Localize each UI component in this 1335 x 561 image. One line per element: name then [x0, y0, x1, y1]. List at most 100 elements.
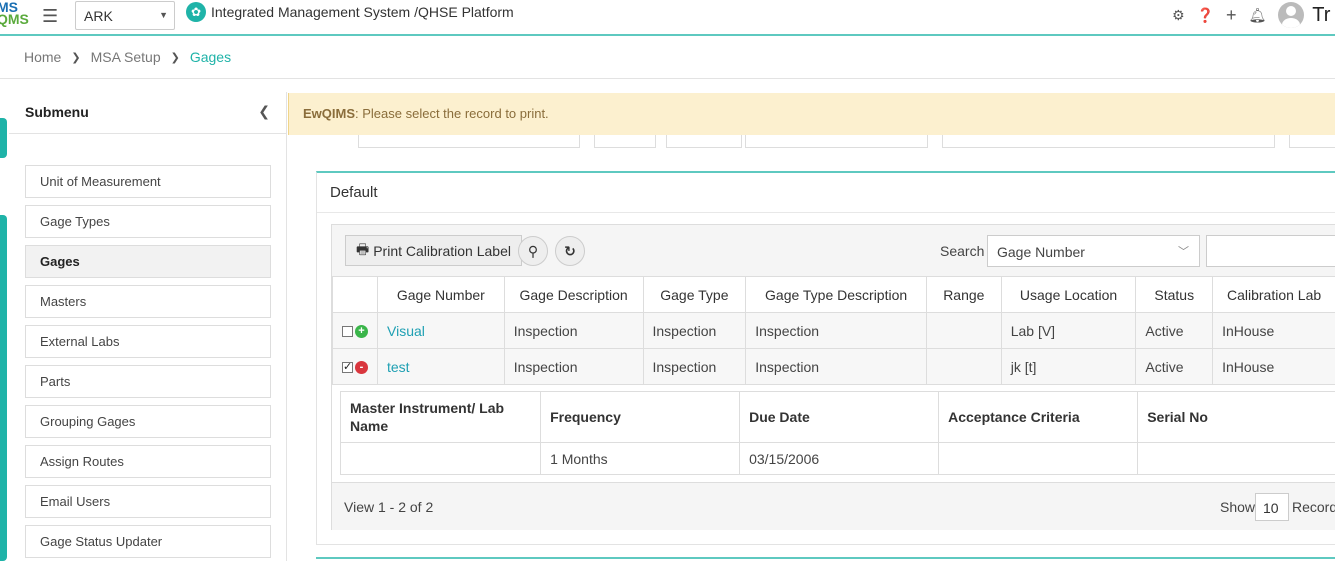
gear-icon[interactable]: ⚙: [1172, 7, 1185, 24]
row-checkbox[interactable]: [342, 360, 353, 374]
subgrid-container: Master Instrument/ Lab Name Frequency Du…: [332, 385, 1335, 483]
table-cell: 1 Months: [540, 442, 741, 475]
sidebar-header: Submenu ❮: [9, 92, 286, 134]
chevron-right-icon: ❯: [71, 51, 81, 64]
gage-number-link[interactable]: test: [387, 359, 410, 375]
subgrid-row: 1 Months 03/15/2006: [339, 442, 1335, 475]
expand-plus-icon[interactable]: +: [355, 325, 368, 339]
table-cell: [938, 442, 1139, 475]
table-cell: Inspection: [503, 312, 644, 349]
sidebar: Submenu ❮ Unit of Measurement Gage Types…: [9, 92, 287, 561]
sidebar-item-gage-types[interactable]: Gage Types: [25, 205, 271, 238]
side-tab-strip[interactable]: [0, 118, 7, 158]
table-cell: Inspection: [503, 348, 644, 385]
table-cell: Active: [1135, 312, 1214, 349]
printer-icon: 🖶︎: [356, 240, 370, 257]
breadcrumb: Home ❯ MSA Setup ❯ Gages: [0, 36, 1335, 79]
sidebar-item-external-labs[interactable]: External Labs: [25, 325, 271, 358]
filter-button[interactable]: [594, 135, 656, 148]
table-cell: Inspection: [642, 312, 747, 349]
table-cell: jk [t]: [1000, 348, 1137, 385]
table-cell: Lab [V]: [1000, 312, 1137, 349]
column-header[interactable]: Gage Description: [503, 276, 644, 313]
chevron-down-icon: ﹀: [1178, 246, 1189, 258]
subgrid-column-header: Serial No: [1137, 391, 1335, 443]
table-row[interactable]: - test Inspection Inspection Inspection …: [332, 348, 1335, 385]
user-name[interactable]: Tr: [1312, 4, 1330, 27]
search-input[interactable]: [1206, 235, 1335, 267]
page-size-select[interactable]: 10: [1255, 493, 1289, 521]
row-controls: +: [332, 312, 378, 349]
sidebar-item-gages[interactable]: Gages: [25, 245, 271, 278]
sidebar-item-unit-of-measurement[interactable]: Unit of Measurement: [25, 165, 271, 198]
default-panel: Default 🖶︎ Print Calibration Label ⚲ ↻ S…: [316, 171, 1335, 545]
records-label: Records: [1292, 499, 1335, 515]
select-column-header: [332, 276, 378, 313]
gage-number-link[interactable]: Visual: [387, 323, 425, 339]
org-select[interactable]: ARK ▼: [75, 1, 175, 30]
settings-badge-icon: ✿: [186, 2, 206, 22]
row-checkbox[interactable]: [342, 326, 353, 338]
column-header[interactable]: Usage Location: [1000, 276, 1137, 313]
bell-icon[interactable]: 🔔︎: [1249, 7, 1267, 24]
sidebar-item-assign-routes[interactable]: Assign Routes: [25, 445, 271, 478]
collapse-minus-icon[interactable]: -: [355, 361, 368, 375]
sidebar-item-grouping-gages[interactable]: Grouping Gages: [25, 405, 271, 438]
column-header[interactable]: Range: [925, 276, 1002, 313]
table-row[interactable]: + Visual Inspection Inspection Inspectio…: [332, 312, 1335, 349]
breadcrumb-home[interactable]: Home: [24, 49, 61, 65]
gages-grid: 🖶︎ Print Calibration Label ⚲ ↻ Search Ga…: [331, 224, 1335, 530]
plus-icon[interactable]: +: [1226, 5, 1237, 26]
column-header[interactable]: Status: [1135, 276, 1214, 313]
panel-title: Default: [317, 173, 1335, 213]
org-select-value: ARK: [84, 8, 113, 24]
top-icons: ⚙ ❓ + 🔔︎ Tr: [1172, 2, 1330, 28]
table-cell: [925, 348, 1002, 385]
app-logo[interactable]: MS QMS: [0, 0, 30, 36]
column-header[interactable]: Gage Type Description: [745, 276, 927, 313]
sidebar-item-email-users[interactable]: Email Users: [25, 485, 271, 518]
filter-button[interactable]: [666, 135, 742, 148]
show-label: Show: [1220, 499, 1256, 515]
subgrid-column-header: Frequency: [540, 391, 741, 443]
filter-button[interactable]: [1289, 135, 1335, 148]
breadcrumb-msa-setup[interactable]: MSA Setup: [91, 49, 161, 65]
gages-table: Gage Number Gage Description Gage Type G…: [332, 276, 1335, 385]
top-bar: MS QMS ☰ ARK ▼ ✿ Integrated Management S…: [0, 0, 1335, 36]
grid-footer: View 1 - 2 of 2 Show 10 Records: [332, 483, 1335, 530]
help-icon[interactable]: ❓: [1197, 7, 1214, 24]
table-header-row: Gage Number Gage Description Gage Type G…: [332, 276, 1335, 313]
subgrid-column-header: Master Instrument/ Lab Name: [339, 391, 542, 443]
subgrid-column-header: Acceptance Criteria: [938, 391, 1139, 443]
table-cell: Inspection: [745, 348, 927, 385]
column-header[interactable]: Gage Type: [642, 276, 747, 313]
chevron-left-icon[interactable]: ❮: [258, 103, 270, 120]
filter-input[interactable]: [358, 135, 580, 148]
app-title: ✿ Integrated Management System /QHSE Pla…: [186, 2, 514, 22]
alert-message: : Please select the record to print.: [355, 106, 549, 121]
filter-button[interactable]: [745, 135, 928, 148]
alert-brand: EwQIMS: [303, 106, 356, 121]
table-cell: 03/15/2006: [739, 442, 940, 475]
table-cell: Inspection: [642, 348, 747, 385]
sidebar-item-masters[interactable]: Masters: [25, 285, 271, 318]
avatar[interactable]: [1278, 2, 1305, 28]
filter-input[interactable]: [942, 135, 1275, 148]
print-alert: EwQIMS: Please select the record to prin…: [288, 93, 1335, 135]
print-calibration-label-button[interactable]: 🖶︎ Print Calibration Label: [345, 235, 522, 266]
sidebar-list: Unit of Measurement Gage Types Gages Mas…: [9, 134, 286, 558]
sidebar-item-gage-status-updater[interactable]: Gage Status Updater: [25, 525, 271, 558]
table-cell: Active: [1135, 348, 1214, 385]
column-header[interactable]: Gage Number: [377, 276, 505, 313]
hamburger-icon[interactable]: ☰: [42, 6, 58, 27]
master-subgrid: Master Instrument/ Lab Name Frequency Du…: [339, 391, 1335, 475]
search-icon[interactable]: ⚲: [518, 236, 548, 266]
search-field-select[interactable]: Gage Number ﹀: [987, 235, 1200, 267]
refresh-icon[interactable]: ↻: [555, 236, 585, 266]
sidebar-item-parts[interactable]: Parts: [25, 365, 271, 398]
next-panel-border: [316, 557, 1335, 559]
grid-toolbar: 🖶︎ Print Calibration Label ⚲ ↻ Search Ga…: [332, 225, 1335, 276]
column-header[interactable]: Calibration Lab: [1212, 276, 1335, 313]
row-controls: -: [332, 348, 378, 385]
subgrid-column-header: Due Date: [739, 391, 940, 443]
